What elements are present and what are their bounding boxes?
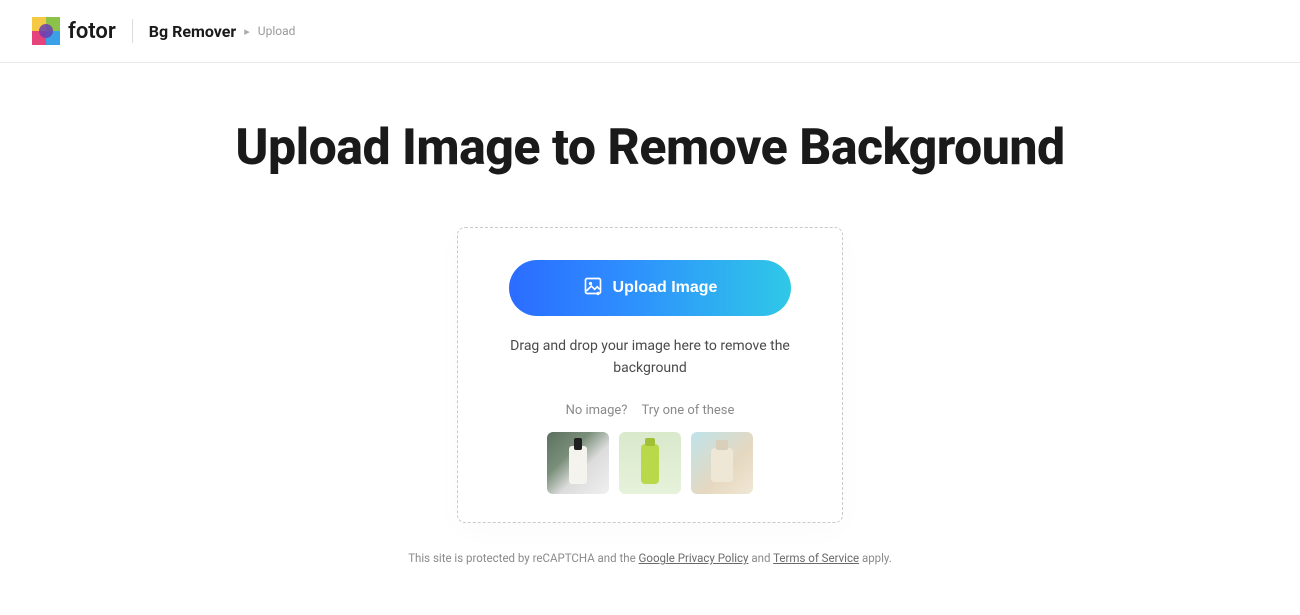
recaptcha-suffix: apply. xyxy=(862,551,892,565)
chevron-right-icon: ▸ xyxy=(244,25,250,38)
upload-image-button[interactable]: Upload Image xyxy=(509,260,791,316)
recaptcha-prefix: This site is protected by reCAPTCHA and … xyxy=(408,551,638,565)
no-image-label: No image? xyxy=(566,403,628,418)
upload-image-icon xyxy=(583,276,603,301)
sample-image-2[interactable] xyxy=(619,432,681,494)
app-header: fotor Bg Remover ▸ Upload xyxy=(0,0,1300,63)
brand-logo[interactable]: fotor xyxy=(32,17,116,45)
brand-name: fotor xyxy=(68,19,116,44)
try-one-label: Try one of these xyxy=(641,403,734,418)
recaptcha-notice: This site is protected by reCAPTCHA and … xyxy=(408,551,892,565)
sample-thumbnails xyxy=(547,432,753,494)
sample-prompt-row: No image? Try one of these xyxy=(566,403,735,418)
fotor-logo-icon xyxy=(32,17,60,45)
terms-of-service-link[interactable]: Terms of Service xyxy=(773,551,859,565)
breadcrumb-section[interactable]: Bg Remover xyxy=(149,22,237,41)
recaptcha-and: and xyxy=(751,551,773,565)
main-content: Upload Image to Remove Background Upload… xyxy=(0,63,1300,565)
upload-button-label: Upload Image xyxy=(613,279,718,297)
breadcrumb: Bg Remover ▸ Upload xyxy=(149,22,296,41)
upload-dropzone[interactable]: Upload Image Drag and drop your image he… xyxy=(457,227,843,523)
header-divider xyxy=(132,19,133,43)
page-title: Upload Image to Remove Background xyxy=(235,119,1064,177)
breadcrumb-page: Upload xyxy=(258,24,296,38)
sample-image-1[interactable] xyxy=(547,432,609,494)
dropzone-hint: Drag and drop your image here to remove … xyxy=(490,336,810,379)
privacy-policy-link[interactable]: Google Privacy Policy xyxy=(639,551,749,565)
sample-image-3[interactable] xyxy=(691,432,753,494)
